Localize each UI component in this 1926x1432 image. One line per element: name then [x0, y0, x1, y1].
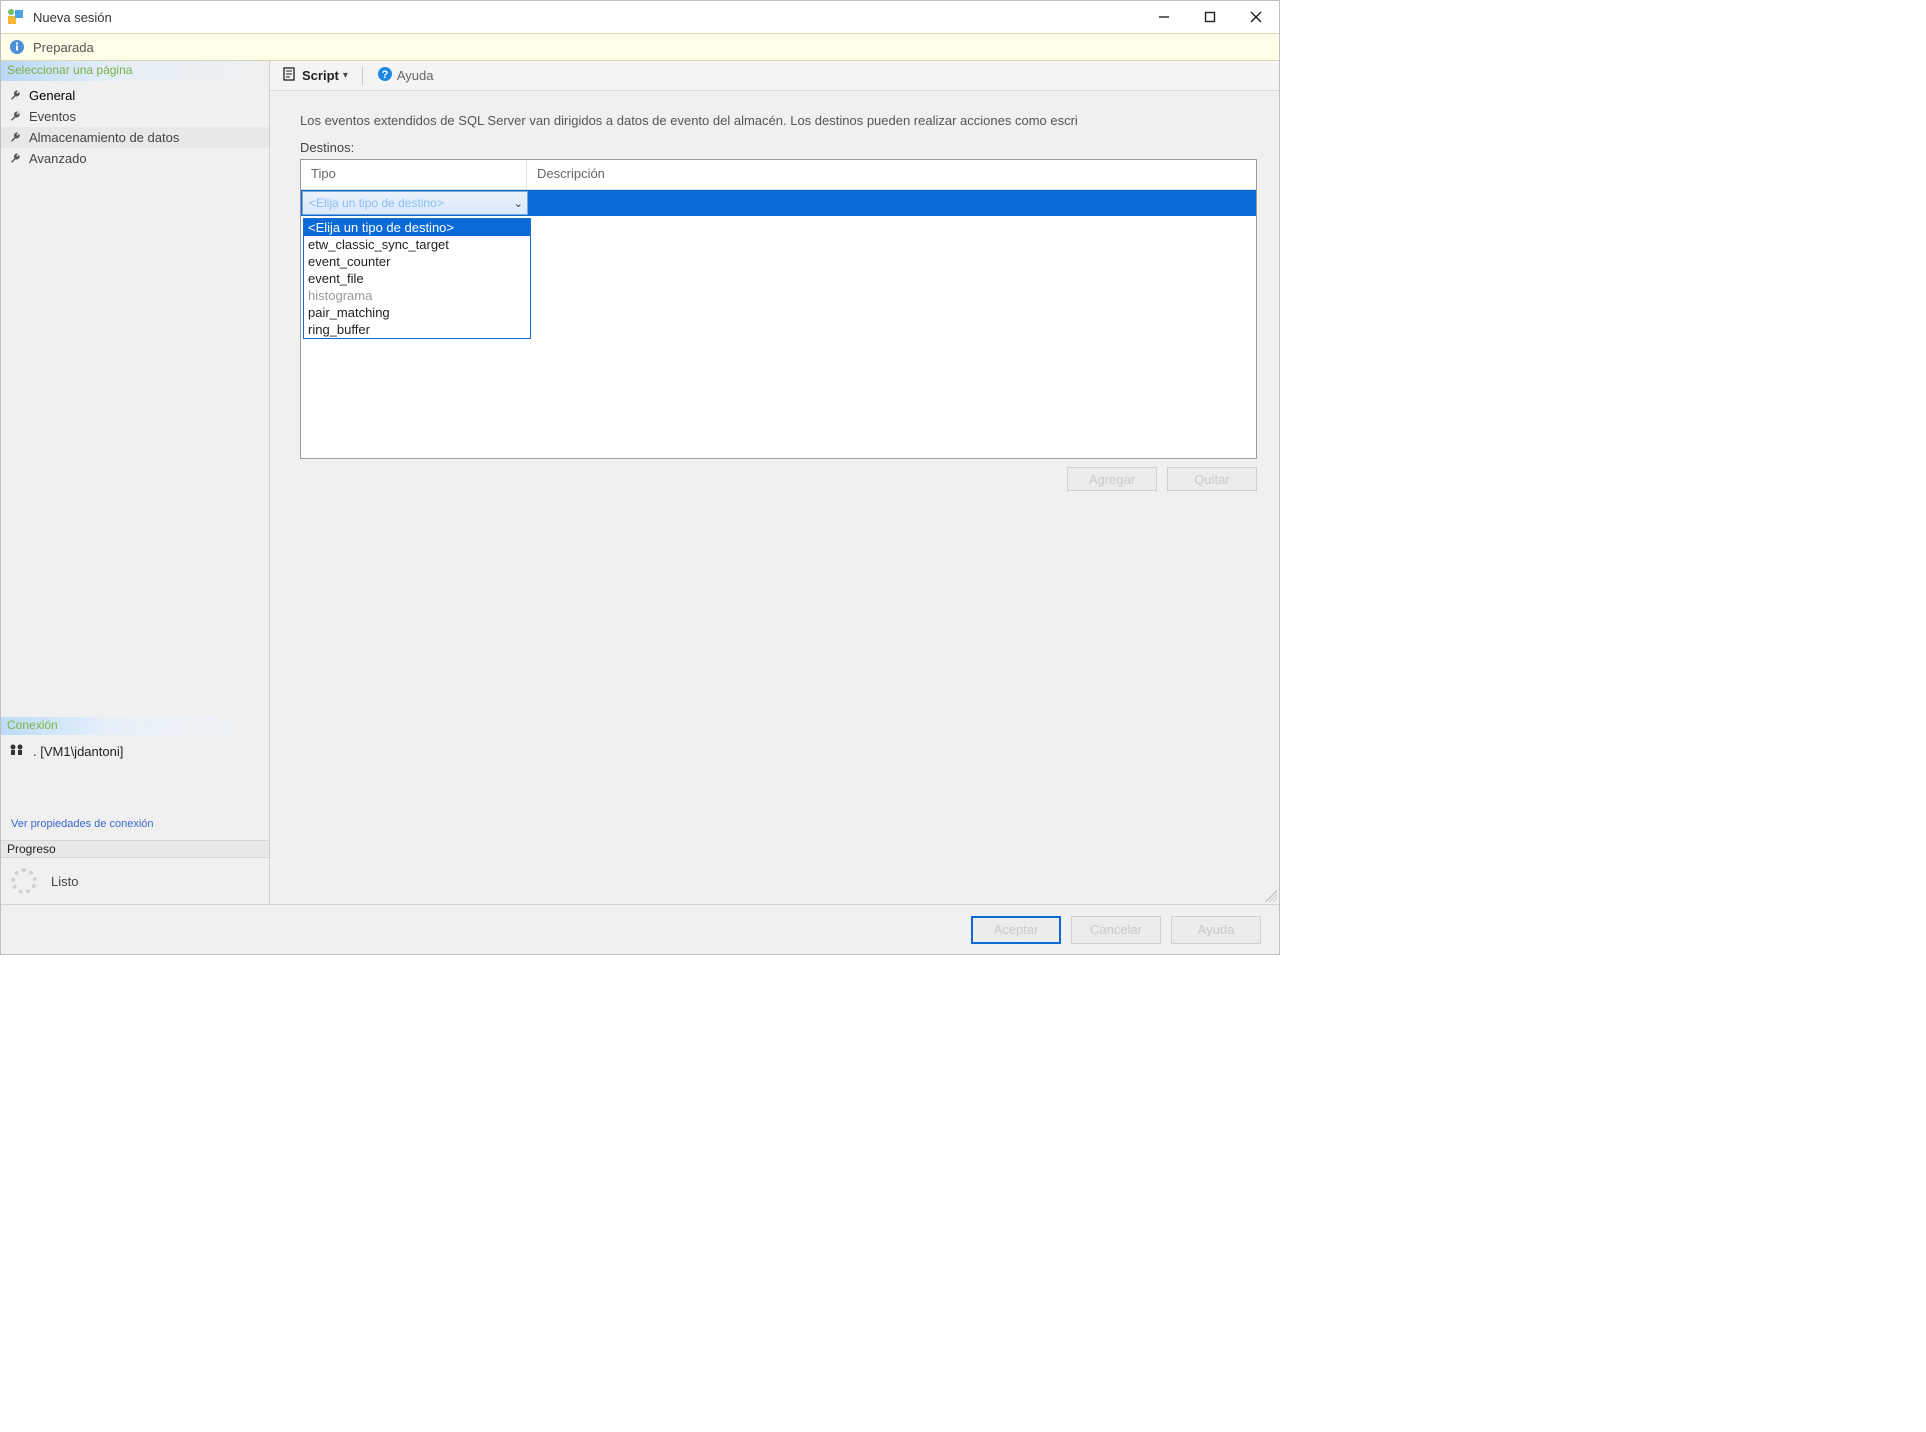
toolbar-separator	[362, 67, 363, 85]
progress-body: Listo	[1, 858, 269, 904]
minimize-button[interactable]	[1141, 1, 1187, 33]
wrench-icon	[9, 131, 23, 145]
dropdown-option[interactable]: etw_classic_sync_target	[304, 236, 530, 253]
grid-actions: Agregar Quitar	[300, 467, 1257, 491]
wrench-icon	[9, 110, 23, 124]
info-icon	[9, 39, 25, 55]
close-button[interactable]	[1233, 1, 1279, 33]
target-type-combo[interactable]: <Elija un tipo de destino> ⌄	[302, 191, 528, 215]
dropdown-option[interactable]: event_file	[304, 270, 530, 287]
script-label: Script	[302, 68, 339, 83]
remove-button[interactable]: Quitar	[1167, 467, 1257, 491]
sidebar-item-eventos[interactable]: Eventos	[1, 106, 269, 127]
progress-header: Progreso	[1, 840, 269, 858]
intro-text: Los eventos extendidos de SQL Server van…	[300, 113, 1257, 128]
sidebar-nav: General Eventos Almacenamiento de datos …	[1, 81, 269, 173]
dropdown-option[interactable]: histograma	[304, 287, 530, 304]
sidebar: Seleccionar una página General Eventos A…	[1, 61, 270, 904]
add-button[interactable]: Agregar	[1067, 467, 1157, 491]
sidebar-item-avanzado[interactable]: Avanzado	[1, 148, 269, 169]
svg-text:?: ?	[382, 69, 389, 81]
sidebar-item-label: Almacenamiento de datos	[29, 130, 179, 145]
resize-grip-icon[interactable]	[1265, 890, 1277, 902]
targets-grid: Tipo Descripción <Elija un tipo de desti…	[300, 159, 1257, 459]
column-descripcion[interactable]: Descripción	[527, 160, 1256, 189]
titlebar: Nueva sesión	[1, 1, 1279, 33]
wrench-icon	[9, 152, 23, 166]
table-row[interactable]: <Elija un tipo de destino> ⌄	[301, 190, 1256, 216]
status-text: Preparada	[33, 40, 94, 55]
help-footer-button[interactable]: Ayuda	[1171, 916, 1261, 944]
combo-placeholder: <Elija un tipo de destino>	[309, 196, 444, 210]
help-button[interactable]: ? Ayuda	[373, 64, 438, 87]
destinos-label: Destinos:	[300, 140, 1257, 155]
sidebar-header: Seleccionar una página	[1, 61, 269, 81]
target-type-dropdown: <Elija un tipo de destino> etw_classic_s…	[303, 218, 531, 339]
sidebar-item-general[interactable]: General	[1, 85, 269, 106]
help-icon: ?	[377, 66, 393, 85]
script-button[interactable]: Script ▾	[278, 64, 352, 87]
cancel-button[interactable]: Cancelar	[1071, 916, 1161, 944]
toolbar: Script ▾ ? Ayuda	[270, 61, 1279, 91]
connection-header: Conexión	[1, 717, 269, 735]
dialog-footer: Aceptar Cancelar Ayuda	[1, 904, 1279, 954]
connection-properties-link[interactable]: Ver propiedades de conexión	[1, 818, 269, 840]
connection-server: . [VM1\jdantoni]	[33, 744, 123, 759]
dialog-window: Nueva sesión Preparada Seleccionar una p…	[0, 0, 1280, 955]
sidebar-item-label: Avanzado	[29, 151, 87, 166]
status-strip: Preparada	[1, 33, 1279, 61]
dropdown-option[interactable]: ring_buffer	[304, 321, 530, 338]
maximize-button[interactable]	[1187, 1, 1233, 33]
app-icon	[7, 8, 25, 26]
chevron-down-icon: ⌄	[514, 197, 523, 210]
script-icon	[282, 66, 298, 85]
server-icon	[9, 743, 25, 760]
dropdown-option[interactable]: pair_matching	[304, 304, 530, 321]
help-label: Ayuda	[397, 68, 434, 83]
sidebar-item-label: Eventos	[29, 109, 76, 124]
main-panel: Script ▾ ? Ayuda Los eventos extendidos …	[270, 61, 1279, 904]
connection-info: . [VM1\jdantoni]	[1, 735, 269, 768]
grid-header: Tipo Descripción	[301, 160, 1256, 190]
ok-button[interactable]: Aceptar	[971, 916, 1061, 944]
window-title: Nueva sesión	[33, 10, 1141, 25]
dropdown-option[interactable]: <Elija un tipo de destino>	[304, 219, 530, 236]
progress-status: Listo	[51, 874, 78, 889]
content-area: Los eventos extendidos de SQL Server van…	[270, 91, 1279, 904]
dropdown-option[interactable]: event_counter	[304, 253, 530, 270]
chevron-down-icon: ▾	[343, 70, 348, 81]
sidebar-item-label: General	[29, 88, 75, 103]
progress-spinner-icon	[11, 868, 37, 894]
wrench-icon	[9, 89, 23, 103]
sidebar-item-almacenamiento[interactable]: Almacenamiento de datos	[1, 127, 269, 148]
column-tipo[interactable]: Tipo	[301, 160, 527, 189]
